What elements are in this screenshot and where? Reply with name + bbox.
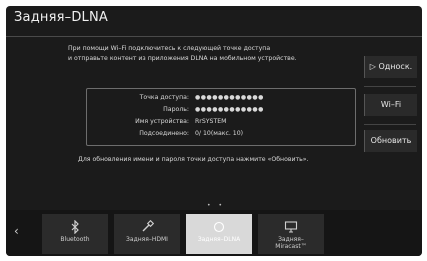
rear-dlna-screen: Задняя–DLNA При помощи Wi–Fi подключитес…	[6, 6, 422, 256]
instruction-line-2: и отправьте контент из приложения DLNA н…	[68, 55, 297, 62]
tile-label: Задняя–HDMI	[126, 236, 168, 243]
connection-info-panel: Точка доступа: ●●●●●●●●●●●● Пароль: ●●●●…	[86, 88, 356, 146]
page-indicator: • •	[207, 202, 225, 209]
info-value: RrSYSTEM	[195, 118, 227, 125]
tile-bluetooth[interactable]: Bluetooth	[42, 214, 108, 254]
side-divider	[364, 124, 416, 125]
info-row-access-point: Точка доступа: ●●●●●●●●●●●●	[87, 93, 355, 103]
wifi-button[interactable]: Wi–Fi	[364, 94, 417, 116]
refresh-button[interactable]: Обновить	[364, 130, 417, 152]
info-row-connected: Подсоединено: 0/ 10(макс. 10)	[87, 129, 355, 139]
info-value: ●●●●●●●●●●●●	[195, 94, 264, 101]
tile-label: Задняя–DLNA	[197, 236, 241, 243]
info-label: Подсоединено:	[139, 130, 189, 137]
info-row-password: Пароль: ●●●●●●●●●●●●	[87, 105, 355, 115]
tile-rear-miracast[interactable]: Задняя– Miracast™	[258, 214, 324, 254]
miracast-icon	[258, 220, 324, 234]
tile-label: Задняя– Miracast™	[275, 236, 307, 250]
hdmi-cable-icon	[114, 219, 180, 234]
info-value: 0/ 10(макс. 10)	[195, 130, 244, 137]
info-row-device-name: Имя устройства: RrSYSTEM	[87, 117, 355, 127]
title-divider	[6, 36, 422, 37]
chevron-left-icon[interactable]: ‹	[14, 224, 19, 238]
tile-rear-dlna[interactable]: Задняя–DLNA	[186, 214, 252, 254]
info-label: Пароль:	[163, 106, 189, 113]
source-button[interactable]: ▷ Односк.	[364, 56, 417, 78]
refresh-hint-text: Для обновления имени и пароля точки дост…	[78, 156, 309, 163]
info-value: ●●●●●●●●●●●●	[195, 106, 264, 113]
tile-rear-hdmi[interactable]: Задняя–HDMI	[114, 214, 180, 254]
instruction-line-1: При помощи Wi–Fi подключитесь к следующе…	[68, 45, 271, 52]
bluetooth-icon	[42, 219, 108, 235]
info-label: Точка доступа:	[139, 94, 189, 101]
tile-label: Bluetooth	[60, 236, 90, 243]
page-title: Задняя–DLNA	[14, 10, 108, 25]
side-divider	[364, 86, 416, 87]
info-label: Имя устройства:	[135, 118, 189, 125]
dlna-icon	[186, 220, 252, 234]
instruction-text: При помощи Wi–Fi подключитесь к следующе…	[68, 44, 352, 64]
